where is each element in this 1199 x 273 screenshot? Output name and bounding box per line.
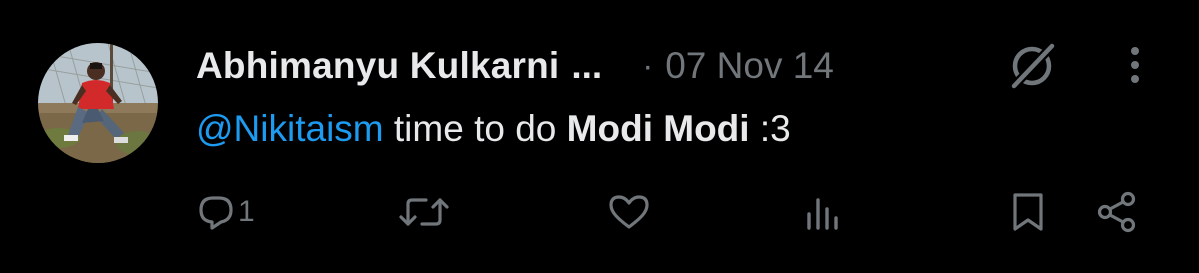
tweet-text-segment-end: :3 bbox=[759, 108, 791, 149]
reply-button[interactable]: 1 bbox=[196, 182, 255, 242]
views-icon bbox=[807, 198, 838, 230]
retweet-icon bbox=[399, 198, 449, 226]
views-button[interactable] bbox=[804, 182, 844, 242]
tweet-timestamp[interactable]: 07 Nov 14 bbox=[665, 45, 834, 87]
reply-count: 1 bbox=[238, 195, 255, 228]
tweet-card[interactable]: Abhimanyu Kulkarni ... · 07 Nov 14 @Niki… bbox=[0, 0, 1199, 273]
retweet-button[interactable] bbox=[396, 182, 452, 242]
profile-photo-icon bbox=[38, 43, 158, 163]
author-display-name[interactable]: Abhimanyu Kulkarni bbox=[196, 45, 559, 87]
tweet-text: @Nikitaism time to do Modi Modi :3 bbox=[196, 104, 791, 154]
share-icon bbox=[1097, 191, 1136, 233]
avatar[interactable] bbox=[38, 43, 158, 163]
bookmark-icon bbox=[1013, 193, 1043, 231]
header-separator: · bbox=[642, 47, 654, 84]
tweet-header: Abhimanyu Kulkarni ... · 07 Nov 14 bbox=[196, 38, 834, 94]
tweet-text-bold: Modi Modi bbox=[566, 108, 750, 149]
like-button[interactable] bbox=[607, 182, 651, 242]
tweet-text-segment: time to do bbox=[393, 108, 557, 149]
name-ellipsis: ... bbox=[571, 45, 603, 86]
action-bar: 1 bbox=[0, 182, 1199, 242]
heart-icon bbox=[609, 195, 649, 229]
mention-link[interactable]: @Nikitaism bbox=[196, 108, 384, 149]
grok-icon[interactable] bbox=[1004, 40, 1060, 92]
reply-icon bbox=[199, 196, 233, 230]
more-options-icon[interactable] bbox=[1118, 42, 1152, 88]
share-button[interactable] bbox=[1095, 182, 1139, 242]
bookmark-button[interactable] bbox=[1010, 182, 1046, 242]
